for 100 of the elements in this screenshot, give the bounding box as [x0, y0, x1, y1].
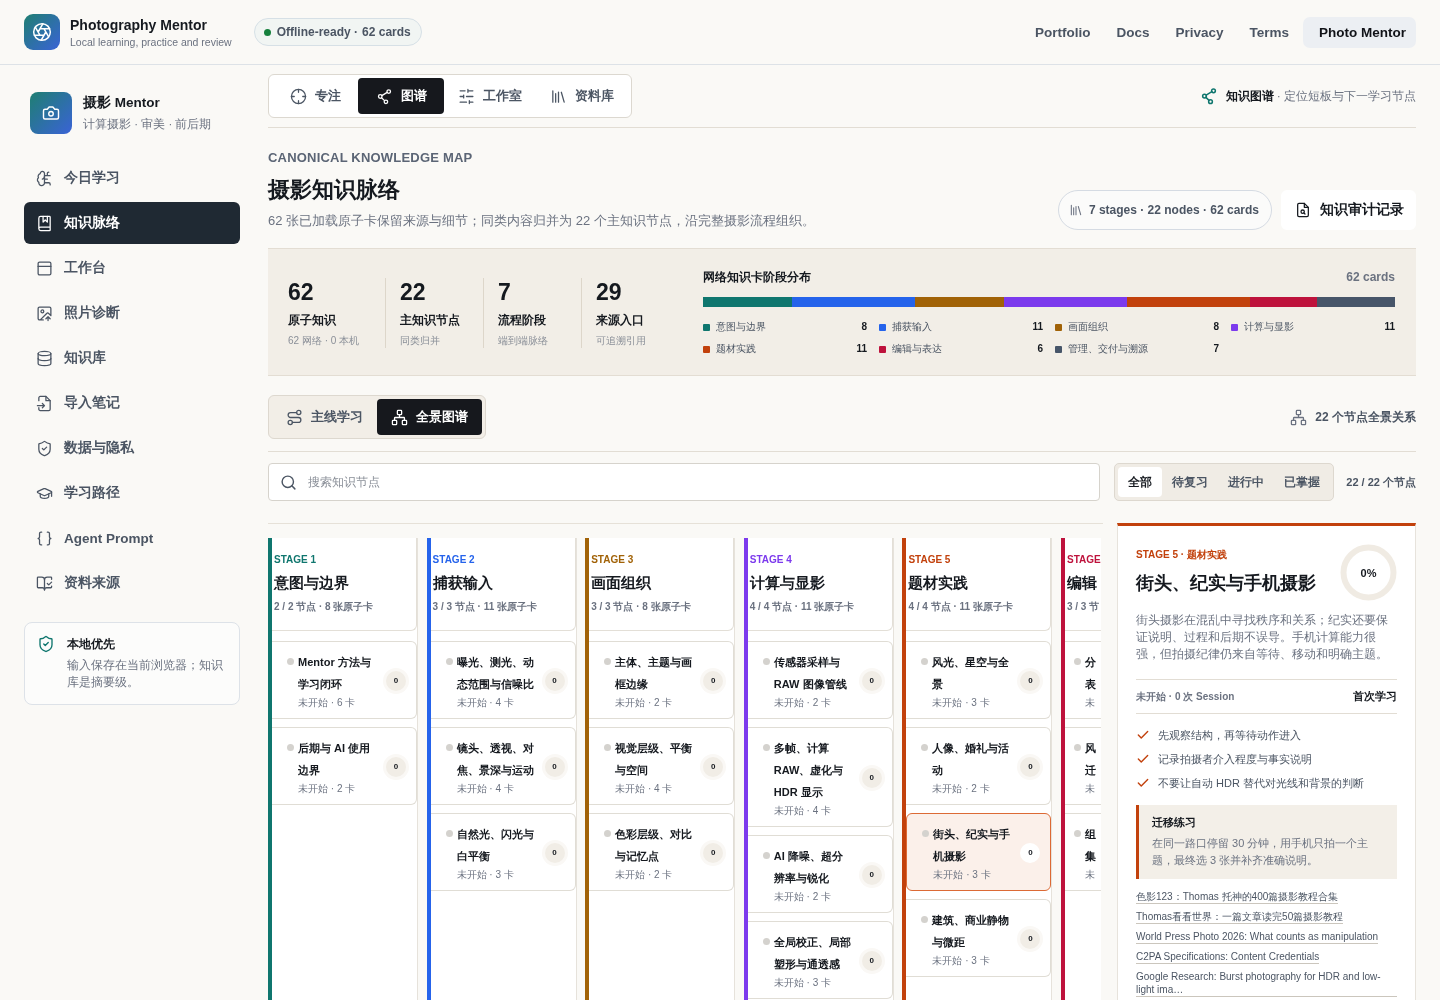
stat-label: 原子知识: [288, 311, 336, 329]
session-count-badge: 0: [861, 670, 882, 691]
node-title: 镜头、透视、对焦、景深与运动: [456, 741, 535, 778]
sidebar-item[interactable]: 知识库: [24, 337, 240, 379]
distribution-title: 网络知识卡阶段分布: [703, 269, 811, 285]
node-card[interactable]: 主体、主题与画框边缘 未开始 · 2 卡 0: [589, 641, 735, 719]
legend-label: 管理、交付与溯源: [1068, 342, 1148, 356]
section-eyebrow: CANONICAL KNOWLEDGE MAP: [268, 150, 473, 165]
overview-label: 22 个节点全景关系: [1315, 408, 1416, 426]
check-icon: [1136, 752, 1150, 766]
node-meta: 未开始 · 2 卡: [298, 782, 356, 796]
view-tab[interactable]: 主线学习: [272, 399, 377, 435]
mode-tab[interactable]: 资料库: [536, 78, 628, 114]
detail-title: 街头、纪实与手机摄影: [1136, 572, 1316, 595]
sidebar-item[interactable]: 学习路径: [24, 472, 240, 514]
check-icon: [1136, 728, 1150, 742]
sidebar-item[interactable]: Agent Prompt: [24, 517, 240, 559]
node-card[interactable]: 全局校正、局部塑形与通透感 未开始 · 3 卡 0: [747, 921, 893, 999]
session-count-badge: 0: [544, 842, 565, 863]
node-card[interactable]: 组集 未: [1064, 813, 1101, 891]
stat-note: 同类归并: [400, 333, 440, 348]
nav-link[interactable]: Terms: [1237, 16, 1301, 48]
nav-link[interactable]: Privacy: [1163, 16, 1236, 48]
card-count: 62 cards: [362, 25, 411, 39]
detail-description: 街头摄影在混乱中寻找秩序和关系；纪实还要保证说明、过程和后期不误导。手机计算能力很强，但拍摄纪律仍来自等待、移动和明确主题。: [1136, 612, 1389, 663]
node-title: 人像、婚礼与活动: [932, 741, 1011, 778]
sliders-icon: [458, 87, 475, 105]
node-card[interactable]: 自然光、闪光与白平衡 未开始 · 3 卡 0: [430, 813, 576, 891]
sidebar-item[interactable]: 数据与隐私: [24, 427, 240, 469]
node-card[interactable]: 视觉层级、平衡与空间 未开始 · 4 卡 0: [589, 727, 735, 805]
stage-title: 编辑: [1066, 573, 1097, 593]
filter-tab[interactable]: 待复习: [1162, 467, 1219, 497]
node-card[interactable]: 人像、婚礼与活动 未开始 · 2 卡 0: [906, 727, 1052, 805]
source-link[interactable]: 色影123：Thomas 托神的400篇摄影教程合集: [1136, 890, 1339, 904]
node-card[interactable]: 多帧、计算 RAW、虚化与 HDR 显示 未开始 · 4 卡 0: [747, 727, 893, 827]
node-card[interactable]: 分表 未: [1064, 641, 1101, 719]
nav-link[interactable]: Photo Mentor: [1303, 16, 1416, 48]
filter-tab[interactable]: 已掌握: [1274, 467, 1331, 497]
detail-eyebrow: STAGE 5 · 题材实践: [1136, 548, 1227, 562]
status-dot-icon: [604, 658, 612, 665]
node-card[interactable]: 街头、纪实与手机摄影 未开始 · 3 卡 0: [906, 813, 1052, 891]
sidebar-item[interactable]: 知识脉络: [24, 202, 240, 244]
filter-tab[interactable]: 进行中: [1218, 467, 1275, 497]
node-meta: 未开始 · 2 卡: [773, 696, 831, 710]
page-description: 62 张已加载原子卡保留来源与细节；同类内容归并为 22 个主知识节点，沿完整摄影流程组织。: [268, 212, 815, 230]
session-count-badge: 0: [544, 756, 565, 777]
book-check-icon: [36, 574, 53, 592]
mode-tab[interactable]: 工作室: [444, 78, 536, 114]
legend-label: 编辑与表达: [892, 342, 942, 356]
search-field[interactable]: 搜索知识节点: [268, 463, 1101, 501]
stage-meta: 2 / 2 节点 · 8 张原子卡: [274, 600, 374, 614]
node-card[interactable]: 风光、星空与全景 未开始 · 3 卡 0: [906, 641, 1052, 719]
context-title: 知识图谱: [1225, 87, 1274, 105]
sidebar-item[interactable]: 资料来源: [24, 562, 240, 604]
check-icon: [1136, 776, 1150, 790]
node-card[interactable]: 后期与 AI 使用边界 未开始 · 2 卡 0: [272, 727, 417, 805]
stage-meta: 4 / 4 节点 · 11 张原子卡: [749, 600, 855, 614]
status-dot-icon: [1073, 830, 1081, 837]
source-link[interactable]: Thomas看看世界：一篇文章读完50篇摄影教程: [1136, 910, 1344, 924]
node-card[interactable]: 曝光、测光、动态范围与信噪比 未开始 · 4 卡 0: [430, 641, 576, 719]
source-link[interactable]: C2PA Specifications: Content Credentials: [1136, 950, 1320, 964]
node-card[interactable]: 色彩层级、对比与记忆点 未开始 · 2 卡 0: [589, 813, 735, 891]
sidebar-item[interactable]: 导入笔记: [24, 382, 240, 424]
node-card[interactable]: Mentor 方法与学习闭环 未开始 · 6 卡 0: [272, 641, 417, 719]
node-card[interactable]: 镜头、透视、对焦、景深与运动 未开始 · 4 卡 0: [430, 727, 576, 805]
audit-log-button[interactable]: 知识审计记录: [1281, 190, 1416, 230]
node-card[interactable]: 传感器采样与 RAW 图像管线 未开始 · 2 卡 0: [747, 641, 893, 719]
status-dot-icon: [287, 744, 294, 751]
view-tab[interactable]: 全景图谱: [377, 399, 482, 435]
page-title: 摄影知识脉络: [268, 177, 400, 203]
source-link[interactable]: World Press Photo 2026: What counts as manipulation: [1136, 930, 1379, 944]
stage-title: 意图与边界: [274, 573, 349, 593]
nav-link[interactable]: Docs: [1104, 16, 1162, 48]
status-dot-icon: [762, 658, 770, 665]
session-count-badge: 0: [703, 756, 724, 777]
source-link[interactable]: Google Research: Burst photography for HDR and low-light ima…: [1136, 970, 1397, 997]
sidebar-item[interactable]: 工作台: [24, 247, 240, 289]
nav-link[interactable]: Portfolio: [1022, 16, 1103, 48]
node-title: 多帧、计算 RAW、虚化与 HDR 显示: [773, 741, 845, 800]
sidebar-item[interactable]: 照片诊断: [24, 292, 240, 334]
stage-title: 画面组织: [591, 573, 652, 593]
node-card[interactable]: 建筑、商业静物与微距 未开始 · 3 卡 0: [906, 899, 1052, 977]
filter-tab[interactable]: 全部: [1118, 467, 1163, 497]
stage-meta: 4 / 4 节点 · 11 张原子卡: [908, 600, 1013, 614]
mode-tab[interactable]: 专注: [272, 78, 358, 114]
legend-count: 11: [856, 342, 867, 356]
stat-note: 62 网络 · 0 本机: [288, 333, 360, 348]
node-card[interactable]: AI 降噪、超分辨率与锐化 未开始 · 2 卡 0: [747, 835, 893, 913]
status-dot-icon: [263, 28, 271, 36]
aperture-icon: [24, 14, 60, 50]
status-dot-icon: [921, 744, 929, 751]
stat-value: 22: [400, 277, 426, 306]
mode-tab[interactable]: 图谱: [358, 78, 444, 114]
status-text: Offline-ready ·: [276, 25, 359, 39]
node-meta: 未开始 · 3 卡: [773, 976, 831, 990]
sidebar-item[interactable]: 今日学习: [24, 157, 240, 199]
node-card[interactable]: 风迁 未: [1064, 727, 1101, 805]
summary-text: 7 stages · 22 nodes · 62 cards: [1088, 203, 1259, 217]
legend-label: 计算与显影: [1244, 320, 1294, 334]
checklist-item: 记录拍摄者介入程度与事实说明: [1158, 752, 1312, 767]
